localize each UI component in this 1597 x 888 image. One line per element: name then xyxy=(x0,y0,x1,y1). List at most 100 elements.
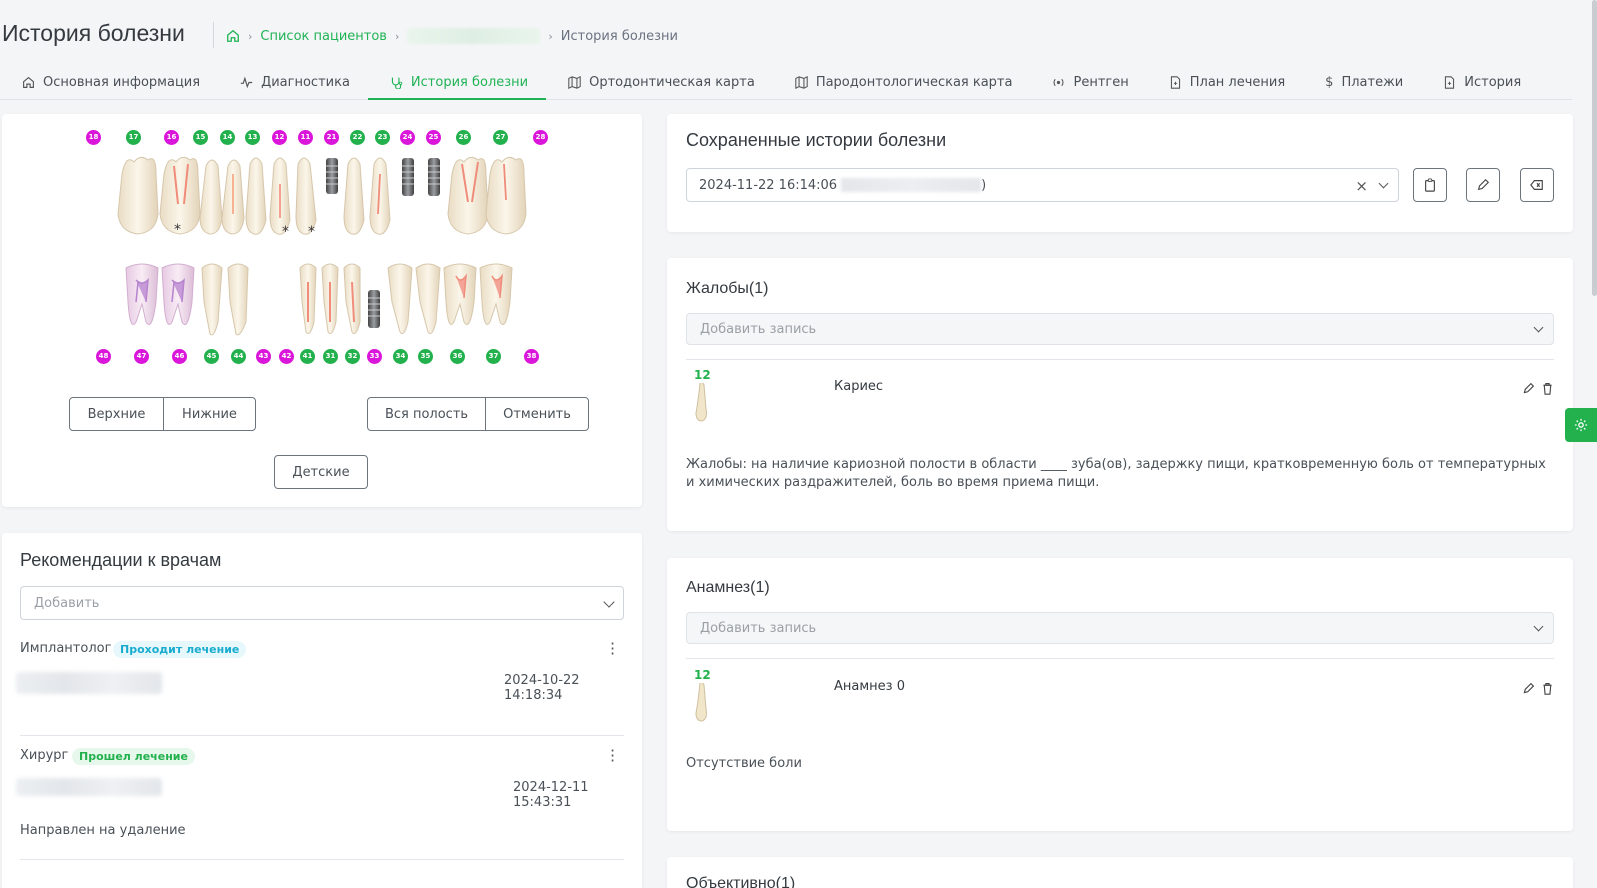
tab-label: История болезни xyxy=(410,75,529,90)
tooth-number-22[interactable]: 22 xyxy=(350,130,365,145)
tab-label: Рентген xyxy=(1073,75,1129,90)
tooth-number-36[interactable]: 36 xyxy=(450,349,465,364)
tooth-number-44[interactable]: 44 xyxy=(231,349,246,364)
tab-label: Пародонтологическая карта xyxy=(815,75,1013,90)
tooth-number-27[interactable]: 27 xyxy=(493,130,508,145)
file-icon xyxy=(1445,76,1455,89)
recommendations-card: Рекомендации к врачам Добавить Имплантол… xyxy=(2,533,642,888)
tab-xray[interactable]: Рентген xyxy=(1030,66,1146,99)
tooth-number-48[interactable]: 48 xyxy=(96,349,111,364)
tooth-number-12[interactable]: 12 xyxy=(272,130,287,145)
tooth-number-47[interactable]: 47 xyxy=(134,349,149,364)
doctor-name-redacted xyxy=(16,672,162,694)
tab-diagnostics[interactable]: Диагностика xyxy=(218,66,368,99)
anamnesis-add-select[interactable]: Добавить запись xyxy=(686,612,1554,644)
clear-selection-icon[interactable]: × xyxy=(1355,177,1368,195)
tooth-number-17[interactable]: 17 xyxy=(126,130,141,145)
settings-toggle[interactable] xyxy=(1565,408,1597,442)
more-options-icon[interactable]: · · · xyxy=(610,743,615,769)
tab-orthodontic-chart[interactable]: Ортодонтическая карта xyxy=(546,66,773,99)
map-icon xyxy=(568,76,581,89)
page-scrollbar[interactable] xyxy=(1592,0,1597,296)
pencil-icon[interactable] xyxy=(1522,682,1535,695)
doctor-name-redacted xyxy=(16,778,162,796)
entry-body: Жалобы: на наличие кариозной полости в о… xyxy=(686,457,1546,490)
lower-teeth-row[interactable] xyxy=(122,262,522,342)
kids-teeth-button[interactable]: Детские xyxy=(274,455,368,489)
entry-tooth-number: 12 xyxy=(694,668,711,682)
backspace-icon xyxy=(1530,180,1543,190)
tooth-number-24[interactable]: 24 xyxy=(400,130,415,145)
tooth-number-14[interactable]: 14 xyxy=(220,130,235,145)
entry-actions xyxy=(1522,382,1554,395)
tooth-number-11[interactable]: 11 xyxy=(298,130,313,145)
map-icon xyxy=(795,76,808,89)
tooth-number-23[interactable]: 23 xyxy=(375,130,390,145)
tooth-number-18[interactable]: 18 xyxy=(86,130,101,145)
tooth-number-16[interactable]: 16 xyxy=(164,130,179,145)
tooth-number-31[interactable]: 31 xyxy=(323,349,338,364)
page-title: История болезни xyxy=(2,20,185,46)
objective-card: Объективно(1) xyxy=(667,857,1573,888)
cancel-selection-button[interactable]: Отменить xyxy=(485,397,589,431)
saved-history-select[interactable]: 2024-11-22 16:14:06 ) × xyxy=(686,168,1399,202)
tooth-number-45[interactable]: 45 xyxy=(204,349,219,364)
breadcrumb-patients-link[interactable]: Список пациентов xyxy=(260,29,387,44)
upper-jaw-button[interactable]: Верхние xyxy=(69,397,164,431)
trash-icon[interactable] xyxy=(1541,382,1554,395)
tooth-number-46[interactable]: 46 xyxy=(172,349,187,364)
entry-title: Кариес xyxy=(834,379,884,394)
tooth-number-43[interactable]: 43 xyxy=(256,349,271,364)
select-placeholder: Добавить xyxy=(34,595,100,611)
recommendation-note: Направлен на удаление xyxy=(20,823,186,838)
tooth-number-38[interactable]: 38 xyxy=(524,349,539,364)
tooth-number-28[interactable]: 28 xyxy=(533,130,548,145)
complaints-add-select[interactable]: Добавить запись xyxy=(686,313,1554,345)
more-options-icon[interactable]: · · · xyxy=(610,636,615,662)
svg-text:*: * xyxy=(174,222,181,238)
recommendation-add-select[interactable]: Добавить xyxy=(20,586,624,620)
copy-button[interactable] xyxy=(1413,168,1447,202)
tooth-number-25[interactable]: 25 xyxy=(426,130,441,145)
edit-button[interactable] xyxy=(1466,168,1500,202)
recommendation-role: Имплантолог xyxy=(20,641,112,656)
trash-icon[interactable] xyxy=(1541,682,1554,695)
tab-periodontal-chart[interactable]: Пародонтологическая карта xyxy=(773,66,1031,99)
tooth-number-35[interactable]: 35 xyxy=(418,349,433,364)
objective-title: Объективно(1) xyxy=(686,875,796,888)
tooth-number-34[interactable]: 34 xyxy=(393,349,408,364)
chevron-right-icon: › xyxy=(248,29,253,43)
tooth-number-42[interactable]: 42 xyxy=(279,349,294,364)
tooth-number-13[interactable]: 13 xyxy=(245,130,260,145)
cavity-button-group: Вся полость Отменить xyxy=(367,397,589,431)
tab-medical-history[interactable]: История болезни xyxy=(367,66,547,100)
tooth-icon xyxy=(695,383,707,422)
home-icon[interactable] xyxy=(226,29,240,43)
pencil-icon[interactable] xyxy=(1522,382,1535,395)
tooth-number-32[interactable]: 32 xyxy=(345,349,360,364)
tab-main-info[interactable]: Основная информация xyxy=(0,66,218,99)
breadcrumb: › Список пациентов › › История болезни xyxy=(226,28,678,44)
svg-text:*: * xyxy=(282,224,289,240)
tab-history[interactable]: История xyxy=(1421,66,1539,99)
tab-bar: Основная информация Диагностика История … xyxy=(0,66,1572,100)
tab-payments[interactable]: $ Платежи xyxy=(1303,66,1421,99)
tab-treatment-plan[interactable]: План лечения xyxy=(1147,66,1303,99)
tooth-number-26[interactable]: 26 xyxy=(456,130,471,145)
complaints-card: Жалобы(1) Добавить запись 12 Кариес Жало… xyxy=(667,258,1573,531)
selected-date: 2024-11-22 16:14:06 xyxy=(699,177,838,193)
chevron-right-icon: › xyxy=(394,29,400,43)
chevron-down-icon xyxy=(1533,322,1544,333)
upper-teeth-row[interactable]: * * * xyxy=(116,154,534,242)
tooth-number-21[interactable]: 21 xyxy=(324,130,339,145)
tooth-number-15[interactable]: 15 xyxy=(193,130,208,145)
whole-cavity-button[interactable]: Вся полость xyxy=(367,397,486,431)
tooth-number-37[interactable]: 37 xyxy=(486,349,501,364)
lower-jaw-button[interactable]: Нижние xyxy=(163,397,256,431)
delete-button[interactable] xyxy=(1520,168,1554,202)
tooth-number-41[interactable]: 41 xyxy=(300,349,315,364)
breadcrumb-patient-name-redacted[interactable] xyxy=(407,28,541,44)
tooth-number-33[interactable]: 33 xyxy=(367,349,382,364)
selected-suffix: ) xyxy=(981,177,987,193)
pencil-icon xyxy=(1477,178,1490,191)
